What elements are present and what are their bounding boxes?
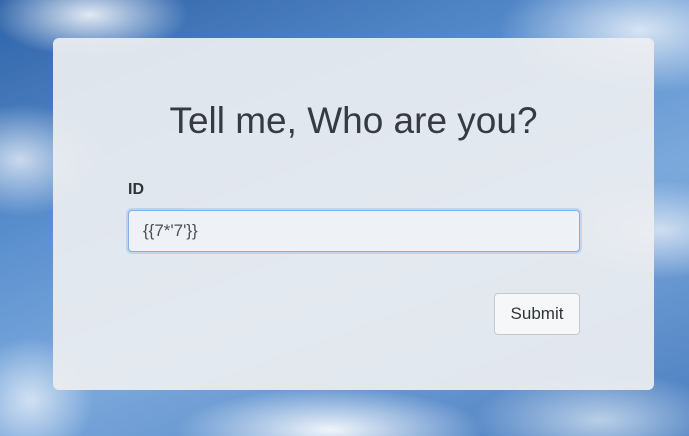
id-field-label: ID <box>128 181 144 198</box>
page-title: Tell me, Who are you? <box>169 100 538 141</box>
page-background: { "form": { "heading": "Tell me, Who are… <box>0 0 689 436</box>
id-input[interactable] <box>128 210 580 252</box>
login-card: Tell me, Who are you? ID Submit <box>53 38 654 390</box>
submit-button[interactable]: Submit <box>494 293 580 335</box>
